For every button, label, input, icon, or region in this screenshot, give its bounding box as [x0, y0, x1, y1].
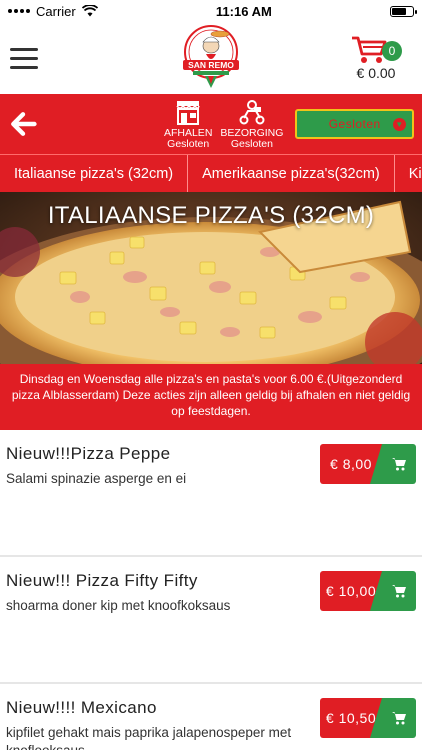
bezorging-status: Gesloten: [230, 138, 273, 150]
app-header: SAN REMO 0 € 0.00: [0, 22, 422, 94]
tab-next-category[interactable]: Ki: [395, 155, 422, 192]
product-name: Nieuw!!!Pizza Peppe: [6, 444, 171, 463]
category-tabs: Italiaanse pizza's (32cm) Amerikaanse pi…: [0, 154, 422, 192]
afhalen-status: Gesloten: [167, 138, 210, 150]
product-description: Salami spinazie asperge en ei: [6, 471, 187, 486]
service-toolbar: AFHALEN Gesloten BEZORGING Gesloten Gesl…: [0, 94, 422, 154]
store-status-value: Gesloten: [328, 117, 381, 131]
tab-italiaanse-pizzas[interactable]: Italiaanse pizza's (32cm): [0, 155, 189, 192]
store-status-select[interactable]: Gesloten ▼: [295, 109, 414, 139]
chevron-down-icon: ▼: [393, 118, 406, 131]
promo-banner: Dinsdag en Woensdag alle pizza's en past…: [0, 364, 422, 430]
status-left: Carrier: [8, 4, 98, 19]
carrier-label: Carrier: [36, 3, 76, 19]
cart-count-badge: 0: [382, 41, 402, 61]
hamburger-icon[interactable]: [10, 47, 38, 69]
product-description: kipfilet gehakt mais paprika jalapenospe…: [6, 725, 292, 750]
add-to-cart-button[interactable]: € 8,00: [320, 444, 416, 484]
battery-icon: [390, 5, 417, 17]
add-to-cart-button[interactable]: € 10,50: [320, 698, 416, 738]
delivery-scooter-icon: [239, 100, 265, 125]
tab-amerikaanse-pizzas[interactable]: Amerikaanse pizza's(32cm): [188, 155, 395, 192]
product-item[interactable]: Nieuw!!! Pizza Fifty Fifty shoarma doner…: [0, 557, 422, 684]
add-to-cart-icon: [392, 585, 406, 598]
shop-icon: [176, 101, 200, 125]
wifi-icon: [81, 5, 98, 17]
product-name: Nieuw!!! Pizza Fifty Fifty: [6, 571, 198, 590]
signal-icon: [8, 9, 30, 13]
cart-total: € 0.00: [356, 65, 396, 81]
product-name: Nieuw!!!! Mexicano: [6, 698, 157, 717]
add-to-cart-icon: [392, 712, 406, 725]
add-to-cart-icon: [392, 458, 406, 471]
bezorging-option[interactable]: BEZORGING Gesloten: [220, 98, 283, 150]
product-description: shoarma doner kip met knoofkoksaus: [6, 598, 231, 613]
cart-button[interactable]: 0 € 0.00: [350, 35, 402, 81]
status-time: 11:16 AM: [215, 3, 272, 19]
hero-title: ITALIAANSE PIZZA'S (32CM): [47, 202, 375, 229]
product-item[interactable]: Nieuw!!!! Mexicano kipfilet gehakt mais …: [0, 684, 422, 750]
afhalen-option[interactable]: AFHALEN Gesloten: [164, 98, 212, 150]
back-arrow-icon[interactable]: [8, 107, 38, 141]
logo[interactable]: SAN REMO: [179, 24, 243, 90]
product-item[interactable]: Nieuw!!!Pizza Peppe Salami spinazie aspe…: [0, 430, 422, 557]
logo-text: SAN REMO: [188, 60, 234, 70]
status-bar: Carrier 11:16 AM: [0, 0, 422, 22]
add-to-cart-button[interactable]: € 10,00: [320, 571, 416, 611]
category-hero-image: ITALIAANSE PIZZA'S (32CM): [0, 192, 422, 364]
